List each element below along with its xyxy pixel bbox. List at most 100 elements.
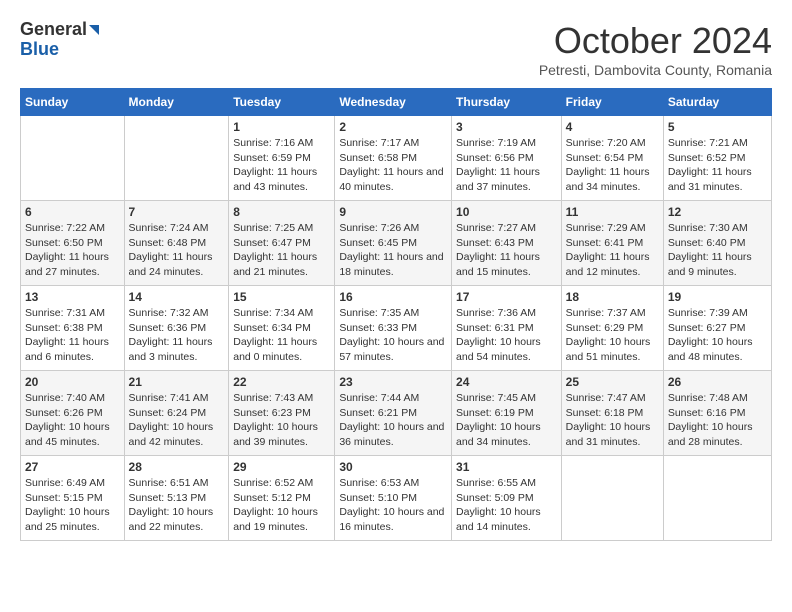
- day-number: 14: [129, 290, 225, 304]
- calendar-cell: [124, 116, 229, 201]
- day-number: 13: [25, 290, 120, 304]
- day-number: 9: [339, 205, 447, 219]
- day-info: Sunrise: 6:52 AM Sunset: 5:12 PM Dayligh…: [233, 476, 330, 535]
- day-number: 15: [233, 290, 330, 304]
- day-info: Sunrise: 7:26 AM Sunset: 6:45 PM Dayligh…: [339, 221, 447, 280]
- day-info: Sunrise: 7:40 AM Sunset: 6:26 PM Dayligh…: [25, 391, 120, 450]
- day-number: 6: [25, 205, 120, 219]
- calendar-cell: 10Sunrise: 7:27 AM Sunset: 6:43 PM Dayli…: [452, 201, 562, 286]
- day-header-saturday: Saturday: [663, 89, 771, 116]
- calendar-cell: 2 Sunrise: 7:17 AM Sunset: 6:58 PM Daylig…: [335, 116, 452, 201]
- day-header-friday: Friday: [561, 89, 663, 116]
- day-info: Sunrise: 7:32 AM Sunset: 6:36 PM Dayligh…: [129, 306, 225, 365]
- calendar-cell: 1Sunrise: 7:16 AM Sunset: 6:59 PM Daylig…: [229, 116, 335, 201]
- calendar-cell: 31 Sunrise: 6:55 AM Sunset: 5:09 PM Dayli…: [452, 456, 562, 541]
- calendar-cell: 24Sunrise: 7:45 AM Sunset: 6:19 PM Dayli…: [452, 371, 562, 456]
- day-number: 25: [566, 375, 659, 389]
- day-info: Sunrise: 7:20 AM Sunset: 6:54 PM Dayligh…: [566, 136, 659, 195]
- calendar-cell: 4Sunrise: 7:20 AM Sunset: 6:54 PM Daylig…: [561, 116, 663, 201]
- calendar-cell: 19 Sunrise: 7:39 AM Sunset: 6:27 PM Dayli…: [663, 286, 771, 371]
- calendar-cell: [21, 116, 125, 201]
- day-header-thursday: Thursday: [452, 89, 562, 116]
- day-info: Sunrise: 7:30 AM Sunset: 6:40 PM Dayligh…: [668, 221, 767, 280]
- month-title: October 2024: [539, 20, 772, 62]
- day-info: Sunrise: 6:49 AM Sunset: 5:15 PM Dayligh…: [25, 476, 120, 535]
- calendar-cell: 21 Sunrise: 7:41 AM Sunset: 6:24 PM Dayli…: [124, 371, 229, 456]
- calendar-cell: 13 Sunrise: 7:31 AM Sunset: 6:38 PM Dayli…: [21, 286, 125, 371]
- day-number: 12: [668, 205, 767, 219]
- calendar-cell: 3Sunrise: 7:19 AM Sunset: 6:56 PM Daylig…: [452, 116, 562, 201]
- calendar-cell: 28Sunrise: 6:51 AM Sunset: 5:13 PM Dayli…: [124, 456, 229, 541]
- day-info: Sunrise: 7:21 AM Sunset: 6:52 PM Dayligh…: [668, 136, 767, 195]
- calendar-cell: 16Sunrise: 7:35 AM Sunset: 6:33 PM Dayli…: [335, 286, 452, 371]
- day-number: 20: [25, 375, 120, 389]
- day-number: 23: [339, 375, 447, 389]
- day-number: 31: [456, 460, 557, 474]
- calendar-week-1: 1Sunrise: 7:16 AM Sunset: 6:59 PM Daylig…: [21, 116, 772, 201]
- day-number: 22: [233, 375, 330, 389]
- calendar-cell: 29 Sunrise: 6:52 AM Sunset: 5:12 PM Dayli…: [229, 456, 335, 541]
- calendar-cell: 9 Sunrise: 7:26 AM Sunset: 6:45 PM Daylig…: [335, 201, 452, 286]
- calendar-cell: 30 Sunrise: 6:53 AM Sunset: 5:10 PM Dayli…: [335, 456, 452, 541]
- day-info: Sunrise: 6:53 AM Sunset: 5:10 PM Dayligh…: [339, 476, 447, 535]
- day-number: 11: [566, 205, 659, 219]
- day-header-wednesday: Wednesday: [335, 89, 452, 116]
- calendar-cell: 26 Sunrise: 7:48 AM Sunset: 6:16 PM Dayli…: [663, 371, 771, 456]
- day-number: 7: [129, 205, 225, 219]
- day-info: Sunrise: 6:55 AM Sunset: 5:09 PM Dayligh…: [456, 476, 557, 535]
- calendar-cell: 7Sunrise: 7:24 AM Sunset: 6:48 PM Daylig…: [124, 201, 229, 286]
- day-number: 19: [668, 290, 767, 304]
- day-info: Sunrise: 7:39 AM Sunset: 6:27 PM Dayligh…: [668, 306, 767, 365]
- day-number: 28: [129, 460, 225, 474]
- day-info: Sunrise: 7:43 AM Sunset: 6:23 PM Dayligh…: [233, 391, 330, 450]
- calendar-cell: 12 Sunrise: 7:30 AM Sunset: 6:40 PM Dayli…: [663, 201, 771, 286]
- day-info: Sunrise: 7:16 AM Sunset: 6:59 PM Dayligh…: [233, 136, 330, 195]
- day-header-tuesday: Tuesday: [229, 89, 335, 116]
- calendar-cell: 17 Sunrise: 7:36 AM Sunset: 6:31 PM Dayli…: [452, 286, 562, 371]
- calendar-week-4: 20 Sunrise: 7:40 AM Sunset: 6:26 PM Dayli…: [21, 371, 772, 456]
- day-info: Sunrise: 7:48 AM Sunset: 6:16 PM Dayligh…: [668, 391, 767, 450]
- calendar-cell: [561, 456, 663, 541]
- day-number: 29: [233, 460, 330, 474]
- calendar-cell: 25Sunrise: 7:47 AM Sunset: 6:18 PM Dayli…: [561, 371, 663, 456]
- title-block: October 2024 Petresti, Dambovita County,…: [539, 20, 772, 78]
- day-info: Sunrise: 7:37 AM Sunset: 6:29 PM Dayligh…: [566, 306, 659, 365]
- day-header-monday: Monday: [124, 89, 229, 116]
- day-info: Sunrise: 7:19 AM Sunset: 6:56 PM Dayligh…: [456, 136, 557, 195]
- calendar-cell: [663, 456, 771, 541]
- day-info: Sunrise: 7:31 AM Sunset: 6:38 PM Dayligh…: [25, 306, 120, 365]
- day-number: 5: [668, 120, 767, 134]
- day-number: 8: [233, 205, 330, 219]
- day-info: Sunrise: 7:29 AM Sunset: 6:41 PM Dayligh…: [566, 221, 659, 280]
- day-info: Sunrise: 7:22 AM Sunset: 6:50 PM Dayligh…: [25, 221, 120, 280]
- day-info: Sunrise: 7:41 AM Sunset: 6:24 PM Dayligh…: [129, 391, 225, 450]
- day-header-sunday: Sunday: [21, 89, 125, 116]
- day-number: 2: [339, 120, 447, 134]
- calendar-cell: 18Sunrise: 7:37 AM Sunset: 6:29 PM Dayli…: [561, 286, 663, 371]
- day-number: 26: [668, 375, 767, 389]
- calendar-header-row: SundayMondayTuesdayWednesdayThursdayFrid…: [21, 89, 772, 116]
- logo-blue: Blue: [20, 40, 59, 60]
- day-info: Sunrise: 7:27 AM Sunset: 6:43 PM Dayligh…: [456, 221, 557, 280]
- calendar-cell: 11 Sunrise: 7:29 AM Sunset: 6:41 PM Dayli…: [561, 201, 663, 286]
- day-number: 30: [339, 460, 447, 474]
- location: Petresti, Dambovita County, Romania: [539, 62, 772, 78]
- day-number: 27: [25, 460, 120, 474]
- day-number: 17: [456, 290, 557, 304]
- calendar-cell: 27 Sunrise: 6:49 AM Sunset: 5:15 PM Dayli…: [21, 456, 125, 541]
- day-info: Sunrise: 7:44 AM Sunset: 6:21 PM Dayligh…: [339, 391, 447, 450]
- logo: General Blue: [20, 20, 99, 60]
- calendar-week-5: 27 Sunrise: 6:49 AM Sunset: 5:15 PM Dayli…: [21, 456, 772, 541]
- logo-arrow-icon: [89, 25, 99, 35]
- calendar-cell: 8 Sunrise: 7:25 AM Sunset: 6:47 PM Daylig…: [229, 201, 335, 286]
- calendar-cell: 23 Sunrise: 7:44 AM Sunset: 6:21 PM Dayli…: [335, 371, 452, 456]
- day-info: Sunrise: 7:35 AM Sunset: 6:33 PM Dayligh…: [339, 306, 447, 365]
- calendar-cell: 22 Sunrise: 7:43 AM Sunset: 6:23 PM Dayli…: [229, 371, 335, 456]
- calendar-table: SundayMondayTuesdayWednesdayThursdayFrid…: [20, 88, 772, 541]
- day-info: Sunrise: 7:34 AM Sunset: 6:34 PM Dayligh…: [233, 306, 330, 365]
- day-info: Sunrise: 7:36 AM Sunset: 6:31 PM Dayligh…: [456, 306, 557, 365]
- day-info: Sunrise: 7:45 AM Sunset: 6:19 PM Dayligh…: [456, 391, 557, 450]
- day-info: Sunrise: 7:17 AM Sunset: 6:58 PM Dayligh…: [339, 136, 447, 195]
- day-info: Sunrise: 7:25 AM Sunset: 6:47 PM Dayligh…: [233, 221, 330, 280]
- day-number: 21: [129, 375, 225, 389]
